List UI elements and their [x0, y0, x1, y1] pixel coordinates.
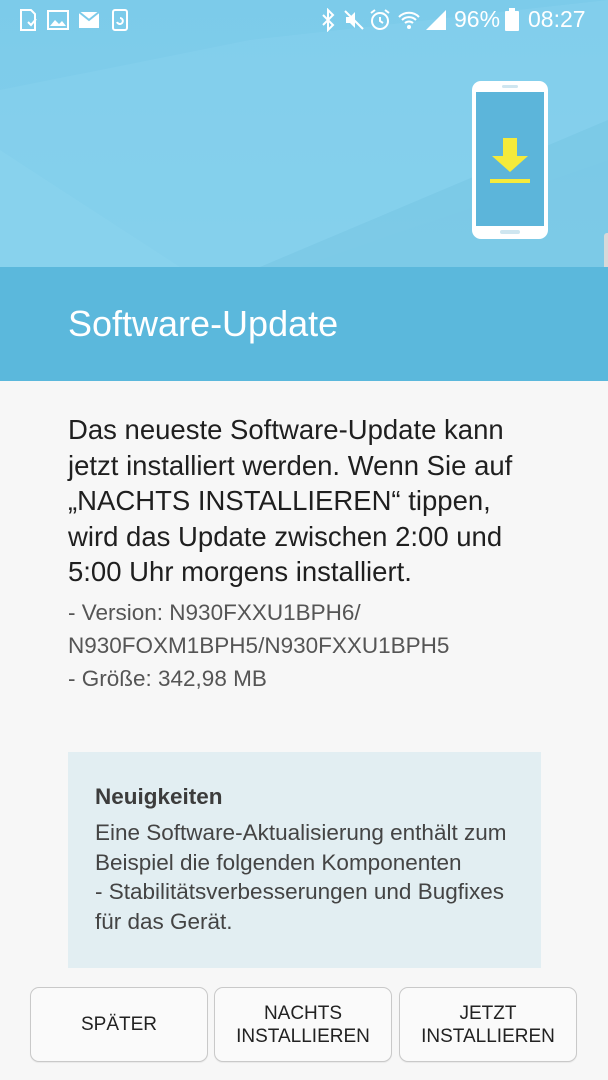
- signal-icon: [426, 10, 446, 30]
- edge-panel-handle[interactable]: [604, 233, 608, 267]
- battery-percent: 96%: [454, 6, 501, 32]
- battery-icon: [505, 8, 519, 31]
- bluetooth-icon: [322, 8, 335, 32]
- clock-time: 08:27: [528, 6, 586, 32]
- news-title: Neuigkeiten: [95, 784, 223, 809]
- version-label: - Version: N930FXXU1BPH6/: [68, 599, 361, 625]
- install-overnight-button[interactable]: NACHTS INSTALLIEREN: [214, 987, 392, 1062]
- version-value: N930FOXM1BPH5/N930FXXU1BPH5: [68, 632, 450, 658]
- update-details: Das neueste Software-Update kann jetzt i…: [68, 412, 548, 695]
- mute-icon: [344, 10, 364, 30]
- alarm-icon: [370, 9, 390, 30]
- header-illustration: 96% 08:27: [0, 0, 608, 267]
- wifi-icon: [398, 11, 420, 29]
- email-icon: [78, 11, 100, 28]
- page-title: Software-Update: [68, 303, 339, 344]
- status-bar: 96% 08:27: [0, 0, 608, 42]
- sim-card-icon: [20, 9, 37, 31]
- install-now-button[interactable]: JETZT INSTALLIEREN: [399, 987, 577, 1062]
- later-button[interactable]: SPÄTER: [30, 987, 208, 1062]
- size-label: - Größe: 342,98 MB: [68, 665, 267, 691]
- later-button-label: SPÄTER: [80, 1014, 158, 1035]
- install-overnight-label-line1: NACHTS: [263, 1002, 343, 1024]
- recycle-icon: [112, 9, 128, 31]
- install-overnight-label-line2: INSTALLIEREN: [236, 1025, 370, 1047]
- install-now-label-line2: INSTALLIEREN: [421, 1025, 555, 1047]
- news-body: Eine Software-Aktualisierung enthält zum…: [95, 820, 507, 934]
- news-panel[interactable]: Neuigkeiten Eine Software-Aktualisierung…: [68, 752, 541, 968]
- gallery-icon: [47, 10, 69, 30]
- phone-download-icon: [472, 81, 548, 239]
- update-description: Das neueste Software-Update kann jetzt i…: [68, 414, 513, 587]
- install-now-label-line1: JETZT: [459, 1002, 517, 1024]
